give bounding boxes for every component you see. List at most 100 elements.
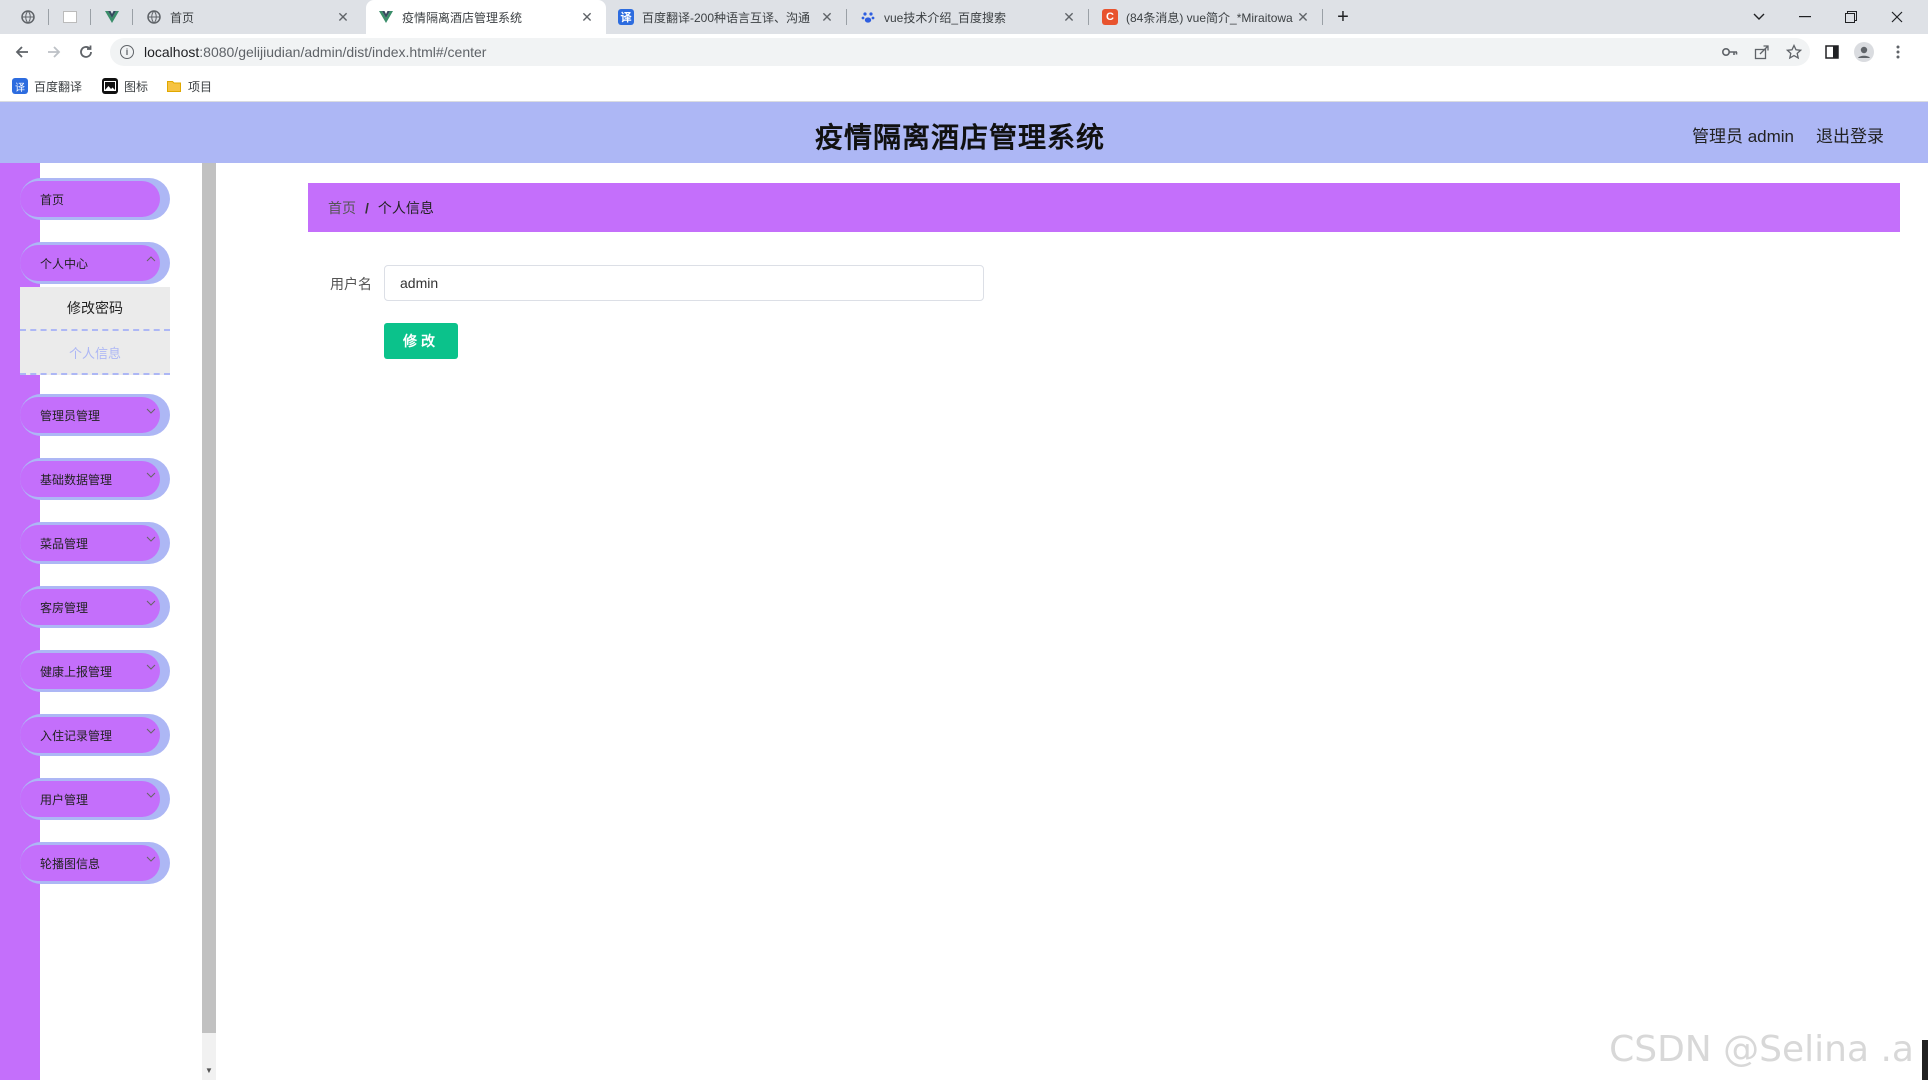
address-bar: i localhost:8080/gelijiudian/admin/dist/… [0,34,1928,70]
sidebar-item-home[interactable]: 首页 [20,178,170,220]
sidebar-scrollbar-thumb[interactable] [202,163,216,1033]
sidebar-item-dishes[interactable]: 菜品管理 [20,522,170,564]
header-user-area: 管理员 admin 退出登录 [1692,122,1884,147]
sidebar-item-label: 菜品管理 [40,536,89,551]
side-panel-icon[interactable] [1822,42,1842,62]
tab-pinned-2[interactable] [50,0,90,34]
breadcrumb-home-link[interactable]: 首页 [328,198,356,218]
sidebar-item-personal-center[interactable]: 个人中心 [20,242,170,284]
sidebar-item-label: 用户管理 [40,792,89,807]
tab-separator [846,9,847,25]
baidu-translate-icon: 译 [618,9,634,25]
chevron-down-icon [146,470,156,481]
tab-home[interactable]: 首页 ✕ [134,0,362,34]
chevron-down-icon [146,406,156,417]
sidebar-item-admin-management[interactable]: 管理员管理 [20,394,170,436]
reload-icon[interactable] [74,40,98,64]
tab-pinned-1[interactable] [8,0,48,34]
sidebar-item-label: 轮播图信息 [40,856,101,871]
tab-separator [132,9,133,25]
tab-hotel-system[interactable]: 疫情隔离酒店管理系统 ✕ [366,0,606,34]
username-label: 用户名 [330,276,372,292]
close-icon[interactable]: ✕ [578,9,596,26]
baidu-paw-icon [860,9,876,25]
tab-title: (84条消息) vue简介_*Miraitowa [1126,10,1293,25]
sidebar-item-users[interactable]: 用户管理 [20,778,170,820]
close-icon[interactable]: ✕ [1060,9,1078,26]
bookmark-label: 图标 [124,79,149,94]
chevron-down-icon [146,790,156,801]
tab-baidu-translate[interactable]: 译 百度翻译-200种语言互译、沟通 ✕ [606,0,846,34]
star-icon[interactable] [1784,42,1804,62]
sidebar-item-label: 管理员管理 [40,408,101,423]
app-title: 疫情隔离酒店管理系统 [814,122,1105,153]
submenu-personal-center: 修改密码 个人信息 [20,287,170,375]
sidebar-item-label: 入住记录管理 [40,728,113,743]
screen-edge-artifact [1922,1040,1928,1080]
submenu-item-change-password[interactable]: 修改密码 [20,287,170,331]
sidebar-item-rooms[interactable]: 客房管理 [20,586,170,628]
breadcrumb-separator: / [365,199,369,216]
bookmark-baidu-translate[interactable]: 译 百度翻译 [12,76,82,96]
tab-baidu-search[interactable]: vue技术介绍_百度搜索 ✕ [848,0,1088,34]
tab-title: vue技术介绍_百度搜索 [884,10,1007,25]
blank-page-icon [62,9,78,25]
modify-button[interactable]: 修改 [384,323,458,359]
back-arrow-icon[interactable] [10,40,34,64]
new-tab-button[interactable]: + [1320,0,1366,34]
tab-csdn[interactable]: C (84条消息) vue简介_*Miraitowa ✕ [1090,0,1322,34]
close-window-icon[interactable] [1874,0,1920,34]
tab-pinned-3[interactable] [92,0,132,34]
bookmark-project[interactable]: 项目 [166,76,212,96]
tab-separator [48,9,49,25]
close-icon[interactable]: ✕ [334,9,352,26]
chevron-down-icon [146,662,156,673]
sidebar-item-label: 基础数据管理 [40,472,113,487]
bookmark-icons[interactable]: 图标 [102,76,148,96]
sidebar-item-checkin-records[interactable]: 入住记录管理 [20,714,170,756]
close-icon[interactable]: ✕ [1294,9,1312,26]
vue-icon [378,9,394,25]
bookmarks-bar: 译 百度翻译 图标 项目 [0,70,1928,102]
app-header: 疫情隔离酒店管理系统 管理员 admin 退出登录 [0,102,1928,163]
current-user: 管理员 admin [1691,127,1794,146]
sidebar-item-label: 健康上报管理 [40,664,113,679]
tab-separator [1088,9,1089,25]
url-field[interactable]: i localhost:8080/gelijiudian/admin/dist/… [110,38,1810,66]
profile-avatar-icon[interactable] [1854,42,1874,62]
minimize-icon[interactable] [1782,0,1828,34]
chevron-down-icon [146,854,156,865]
close-icon[interactable]: ✕ [818,9,836,26]
globe-icon [146,9,162,25]
sidebar-item-carousel[interactable]: 轮播图信息 [20,842,170,884]
folder-icon [166,78,182,94]
scroll-down-arrow-icon[interactable]: ▼ [202,1062,216,1080]
csdn-watermark: CSDN @Selina .a [1609,1029,1914,1070]
sidebar-item-basic-data[interactable]: 基础数据管理 [20,458,170,500]
more-menu-icon[interactable] [1888,42,1908,62]
tab-title: 疫情隔离酒店管理系统 [402,10,523,25]
chevron-down-icon [146,598,156,609]
sidebar-item-label: 个人中心 [40,256,89,271]
url-text: localhost:8080/gelijiudian/admin/dist/in… [144,44,487,60]
tab-title: 首页 [170,10,195,25]
sidebar-item-label: 首页 [40,192,65,207]
restore-icon[interactable] [1828,0,1874,34]
chevron-down-icon [146,534,156,545]
sidebar-item-health-report[interactable]: 健康上报管理 [20,650,170,692]
tab-title: 百度翻译-200种语言互译、沟通 [642,10,811,25]
sidebar-item-label: 客房管理 [40,600,89,615]
breadcrumb-current: 个人信息 [377,199,434,216]
share-icon[interactable] [1752,42,1772,62]
forward-arrow-icon[interactable] [42,40,66,64]
bookmark-label: 项目 [188,79,213,94]
submenu-item-personal-info[interactable]: 个人信息 [20,331,170,375]
chevron-up-icon [146,254,156,265]
site-info-icon[interactable]: i [120,45,134,59]
key-icon[interactable] [1720,42,1740,62]
logout-link[interactable]: 退出登录 [1816,122,1884,147]
bookmark-label: 百度翻译 [34,79,83,94]
username-input[interactable] [384,265,984,301]
image-icon [102,78,118,94]
tab-search-chevron-icon[interactable] [1736,0,1782,34]
